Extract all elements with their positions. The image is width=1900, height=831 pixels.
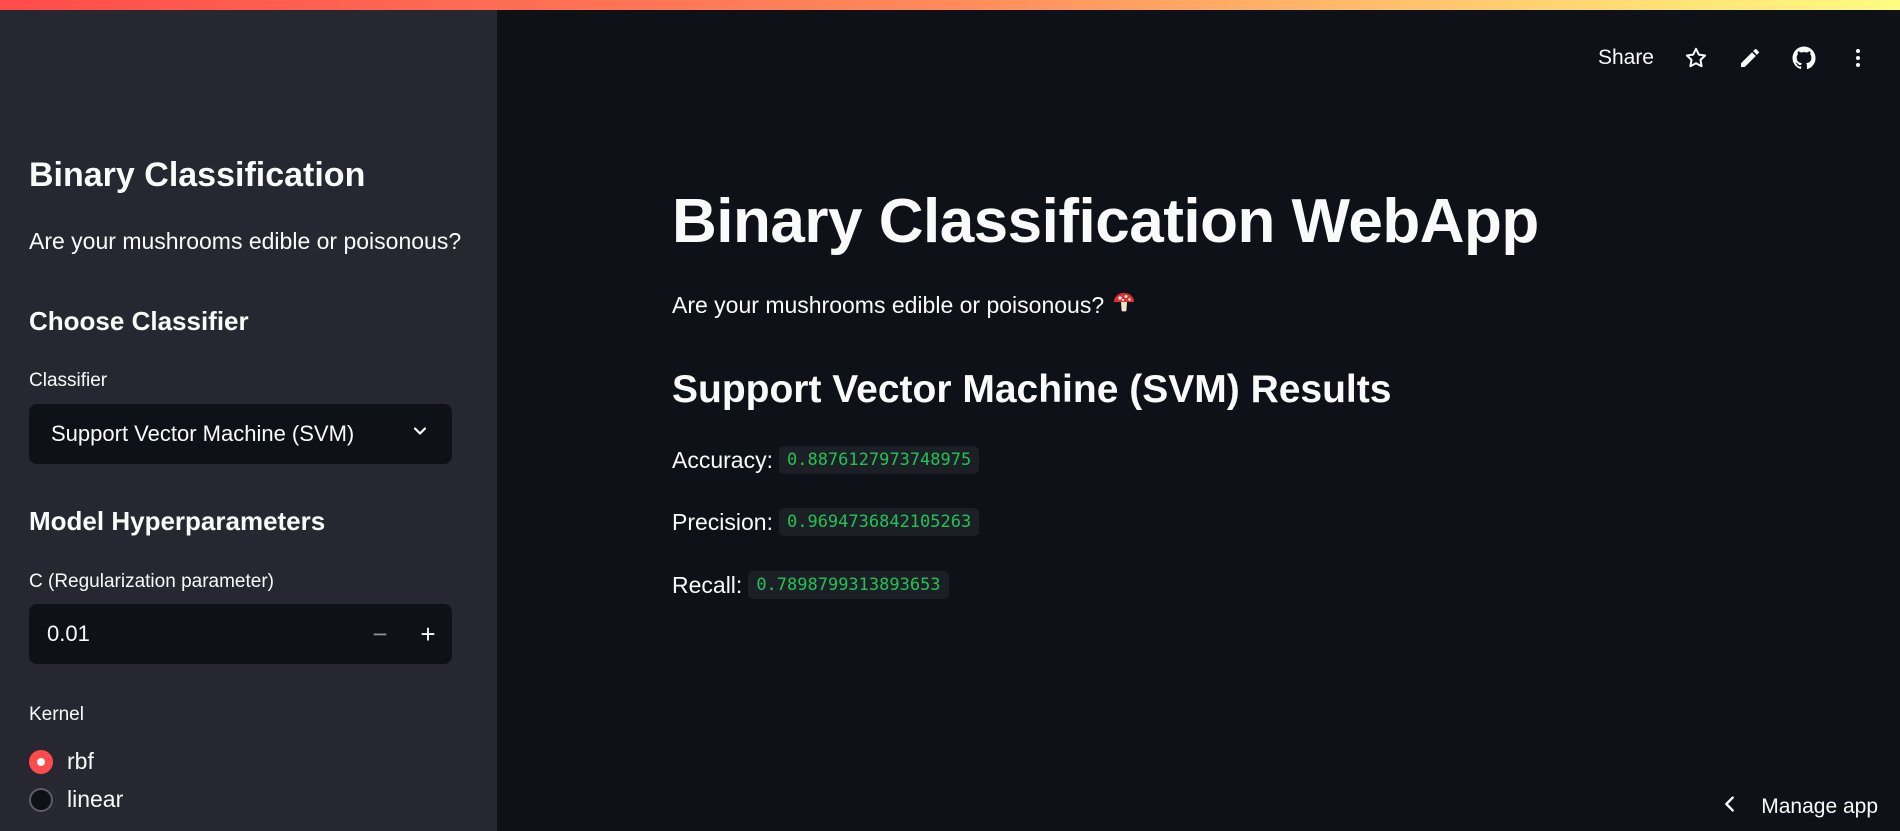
header-decoration-stripe (0, 0, 1900, 10)
sidebar-title: Binary Classification (29, 156, 366, 194)
metric-value: 0.7898799313893653 (748, 571, 949, 599)
sidebar-subtitle: Are your mushrooms edible or poisonous? (29, 228, 462, 254)
c-parameter-label: C (Regularization parameter) (29, 571, 274, 592)
share-button[interactable]: Share (1598, 46, 1654, 70)
more-vert-icon[interactable] (1846, 46, 1870, 70)
manage-app-button[interactable]: Manage app (1719, 793, 1878, 821)
metric-value: 0.8876127973748975 (778, 446, 980, 474)
metric-value: 0.9694736842105263 (778, 508, 980, 536)
results-heading: Support Vector Machine (SVM) Results (672, 368, 1392, 411)
chevron-down-icon (410, 421, 430, 447)
page-subtitle: Are your mushrooms edible or poisonous? (672, 290, 1136, 320)
accuracy-metric: Accuracy: 0.8876127973748975 (672, 446, 980, 474)
plus-icon: + (420, 618, 436, 649)
sidebar: Binary Classification Are your mushrooms… (0, 10, 497, 831)
kernel-label: Kernel (29, 704, 84, 725)
metric-label: Precision: (672, 508, 773, 535)
choose-classifier-heading: Choose Classifier (29, 306, 249, 336)
increment-button[interactable]: + (404, 604, 452, 664)
star-icon[interactable] (1684, 46, 1708, 70)
page-subtitle-text: Are your mushrooms edible or poisonous? (672, 291, 1105, 318)
kernel-radio-rbf[interactable]: rbf (29, 748, 94, 775)
mushroom-icon (1112, 290, 1136, 320)
kernel-option-label: rbf (67, 748, 94, 774)
metric-label: Recall: (672, 571, 743, 598)
classifier-label: Classifier (29, 370, 108, 391)
radio-unselected-icon (29, 787, 53, 812)
app-toolbar: Share (1598, 46, 1870, 70)
model-hyperparameters-heading: Model Hyperparameters (29, 506, 326, 536)
c-parameter-number-input: 0.01 − + (29, 604, 452, 664)
kernel-radio-linear[interactable]: linear (29, 786, 123, 813)
classifier-select[interactable]: Support Vector Machine (SVM) (29, 404, 452, 464)
page-title: Binary Classification WebApp (672, 187, 1539, 256)
github-icon[interactable] (1792, 46, 1816, 70)
kernel-option-label: linear (67, 786, 124, 812)
edit-icon[interactable] (1738, 46, 1762, 70)
c-parameter-value[interactable]: 0.01 (47, 621, 356, 647)
precision-metric: Precision: 0.9694736842105263 (672, 508, 980, 536)
minus-icon: − (372, 618, 388, 649)
metric-label: Accuracy: (672, 446, 773, 473)
classifier-select-value: Support Vector Machine (SVM) (51, 421, 355, 446)
manage-app-label: Manage app (1761, 795, 1878, 818)
chevron-left-icon (1719, 793, 1741, 821)
decrement-button[interactable]: − (356, 604, 404, 664)
recall-metric: Recall: 0.7898799313893653 (672, 571, 949, 599)
radio-selected-icon (29, 749, 53, 774)
